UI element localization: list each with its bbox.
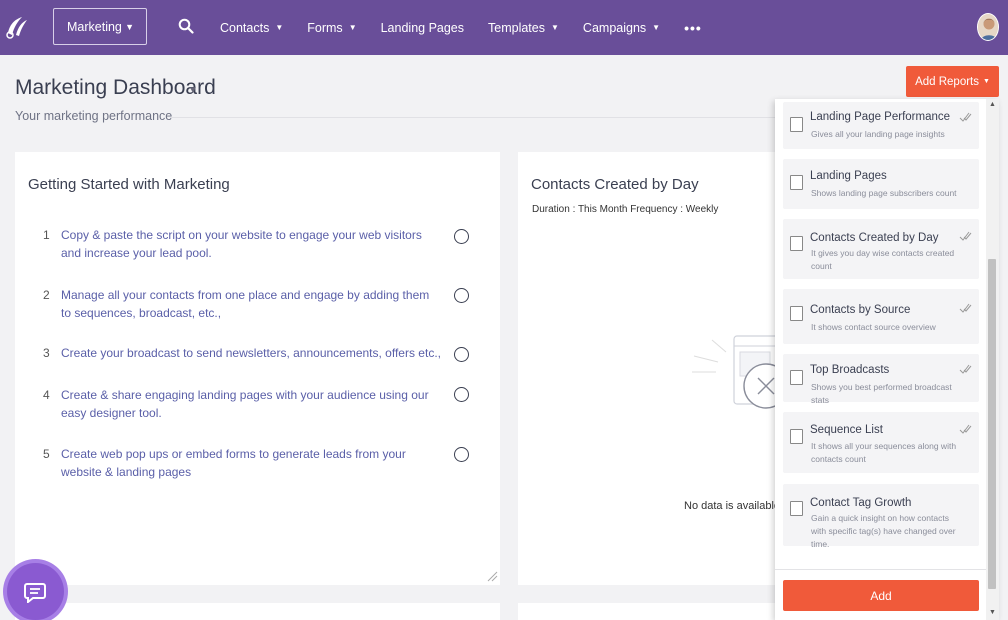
- check-icon: [959, 231, 972, 241]
- chat-icon: [24, 583, 46, 603]
- report-option-landing-page-performance[interactable]: Landing Page Performance Gives all your …: [783, 102, 979, 149]
- check-icon: [959, 112, 972, 122]
- brand-logo-icon[interactable]: [4, 11, 30, 41]
- report-description: Shows you best performed broadcast stats: [811, 382, 952, 405]
- check-icon: [959, 303, 972, 313]
- chevron-down-icon: ▼: [125, 22, 134, 32]
- app-switcher[interactable]: Marketing ▼: [53, 8, 147, 45]
- user-avatar[interactable]: [977, 13, 999, 41]
- caret-down-icon: ▼: [652, 23, 661, 32]
- report-option-sequence-list[interactable]: Sequence List It shows all your sequence…: [783, 412, 979, 473]
- check-icon: [959, 364, 972, 374]
- report-duration: Duration : This Month Frequency : Weekly: [532, 204, 719, 215]
- caret-down-icon: ▼: [348, 23, 357, 32]
- report-title: Landing Pages: [810, 170, 887, 182]
- report-description: It gives you day wise contacts created c…: [811, 248, 955, 271]
- report-title: Contacts by Source: [810, 304, 911, 316]
- card-title: Contacts Created by Day: [531, 176, 699, 193]
- task-text[interactable]: Manage all your contacts from one place …: [61, 286, 441, 322]
- card-title: Getting Started with Marketing: [28, 176, 230, 193]
- report-checkbox[interactable]: [790, 117, 803, 132]
- nav-item-label: Contacts: [220, 20, 270, 35]
- chat-widget-button[interactable]: [7, 563, 64, 620]
- task-number: 3: [43, 346, 50, 360]
- report-title: Sequence List: [810, 424, 883, 436]
- task-number: 1: [43, 228, 50, 242]
- nav-item-contacts[interactable]: Contacts ▼: [220, 21, 283, 35]
- task-text[interactable]: Copy & paste the script on your website …: [61, 226, 441, 262]
- scroll-down-arrow-icon[interactable]: ▼: [989, 609, 996, 616]
- report-option-contact-tag-growth[interactable]: Contact Tag Growth Gain a quick insight …: [783, 484, 979, 549]
- avatar-icon: [978, 14, 998, 40]
- task-status-circle-icon[interactable]: [454, 387, 469, 402]
- nav-menu: Contacts ▼ Forms ▼ Landing Pages Templates…: [220, 0, 702, 55]
- report-title: Contacts Created by Day: [810, 232, 939, 244]
- add-reports-label: Add Reports: [915, 75, 979, 88]
- task-status-circle-icon[interactable]: [454, 447, 469, 462]
- task-status-circle-icon[interactable]: [454, 347, 469, 362]
- task-text[interactable]: Create your broadcast to send newsletter…: [61, 344, 441, 362]
- task-status-circle-icon[interactable]: [454, 288, 469, 303]
- report-description: Gain a quick insight on how contacts wit…: [811, 513, 956, 549]
- report-checkbox[interactable]: [790, 236, 803, 251]
- chevron-down-icon[interactable]: ▼: [188, 85, 198, 96]
- task-text[interactable]: Create & share engaging landing pages wi…: [61, 386, 441, 422]
- report-checkbox[interactable]: [790, 501, 803, 516]
- page-subtitle: Your marketing performance: [15, 109, 173, 123]
- report-description: It shows contact source overview: [811, 322, 936, 332]
- nav-item-forms[interactable]: Forms ▼: [307, 21, 356, 35]
- task-status-circle-icon[interactable]: [454, 229, 469, 244]
- dashboard-card: [15, 603, 500, 620]
- add-reports-button[interactable]: Add Reports ▼: [906, 66, 999, 97]
- nav-item-label: Campaigns: [582, 20, 647, 35]
- resize-handle-icon[interactable]: [486, 570, 498, 582]
- nav-item-templates[interactable]: Templates ▼: [488, 21, 559, 35]
- add-button[interactable]: Add: [783, 580, 979, 611]
- add-reports-panel: Landing Page Performance Gives all your …: [775, 99, 999, 620]
- nav-item-label: Forms: [307, 20, 343, 35]
- caret-down-icon: ▼: [275, 23, 284, 32]
- task-number: 4: [43, 388, 50, 402]
- top-nav: Marketing ▼ Contacts ▼ Forms ▼ Landing Pag…: [0, 0, 1008, 55]
- search-icon[interactable]: [178, 18, 194, 34]
- nav-item-landing-pages[interactable]: Landing Pages: [381, 21, 464, 35]
- report-description: Shows landing page subscribers count: [811, 188, 957, 198]
- task-number: 5: [43, 447, 50, 461]
- page-title: Marketing Dashboard: [15, 76, 216, 99]
- report-description: It shows all your sequences along with c…: [811, 441, 957, 464]
- app-switcher-label: Marketing: [67, 19, 122, 34]
- report-checkbox[interactable]: [790, 429, 803, 444]
- report-option-contacts-created-by-day[interactable]: Contacts Created by Day It gives you day…: [783, 219, 979, 279]
- nav-item-label: Templates: [488, 20, 545, 35]
- report-title: Top Broadcasts: [810, 364, 890, 376]
- divider: [775, 569, 986, 570]
- report-checkbox[interactable]: [790, 306, 803, 321]
- getting-started-card: Getting Started with Marketing 1 Copy & …: [15, 152, 500, 585]
- more-menu-icon[interactable]: •••: [684, 20, 702, 36]
- report-checkbox[interactable]: [790, 175, 803, 190]
- scroll-up-arrow-icon[interactable]: ▲: [989, 101, 996, 108]
- nav-item-label: Landing Pages: [380, 20, 465, 35]
- caret-down-icon: ▼: [551, 23, 559, 32]
- report-title: Contact Tag Growth: [810, 497, 912, 509]
- task-text[interactable]: Create web pop ups or embed forms to gen…: [61, 445, 441, 481]
- scrollbar-thumb[interactable]: [988, 259, 996, 589]
- caret-down-icon: ▼: [983, 78, 990, 85]
- task-number: 2: [43, 288, 50, 302]
- check-icon: [959, 424, 972, 434]
- nav-item-campaigns[interactable]: Campaigns ▼: [583, 21, 660, 35]
- report-description: Gives all your landing page insights: [811, 129, 945, 139]
- report-title: Landing Page Performance: [810, 111, 951, 123]
- report-option-top-broadcasts[interactable]: Top Broadcasts Shows you best performed …: [783, 354, 979, 405]
- report-checkbox[interactable]: [790, 370, 803, 385]
- report-option-contacts-by-source[interactable]: Contacts by Source It shows contact sour…: [783, 289, 979, 344]
- report-option-landing-pages[interactable]: Landing Pages Shows landing page subscri…: [783, 159, 979, 209]
